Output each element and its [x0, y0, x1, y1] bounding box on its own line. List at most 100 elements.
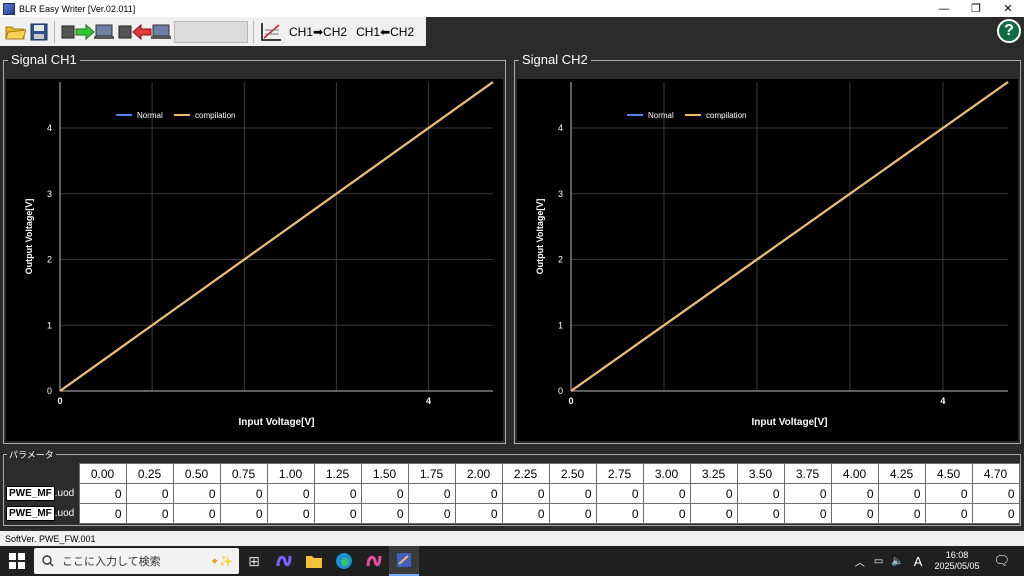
- parameter-value-cell[interactable]: 0: [783, 503, 832, 524]
- parameter-value-cell[interactable]: 0: [689, 483, 738, 504]
- minimize-button[interactable]: —: [928, 0, 960, 17]
- parameter-value-cell[interactable]: 0: [219, 503, 268, 524]
- parameter-value-cell[interactable]: 0: [407, 483, 456, 504]
- parameter-header-cell: 2.25: [501, 463, 550, 484]
- parameter-value-cell[interactable]: 0: [266, 503, 315, 524]
- parameter-value-cell[interactable]: 0: [360, 503, 409, 524]
- parameter-value-cell[interactable]: 0: [78, 503, 127, 524]
- parameter-value-cell[interactable]: 0: [454, 503, 503, 524]
- parameter-value-cell[interactable]: 0: [830, 503, 879, 524]
- write-to-device-button[interactable]: [60, 20, 114, 44]
- parameter-value-cell[interactable]: 0: [642, 483, 691, 504]
- clock[interactable]: 16:08 2025/05/05: [934, 550, 979, 572]
- read-from-device-button[interactable]: [117, 20, 171, 44]
- parameter-header-cell: 3.00: [642, 463, 691, 484]
- parameter-value-cell[interactable]: 0: [689, 503, 738, 524]
- parameter-value-cell[interactable]: 0: [877, 503, 926, 524]
- parameter-value-cell[interactable]: 0: [548, 483, 597, 504]
- parameter-value-cell[interactable]: 0: [172, 503, 221, 524]
- ch1-to-ch2-button[interactable]: CH1➡CH2: [286, 20, 350, 44]
- copilot-icon: [276, 555, 292, 567]
- parameter-header-cell: 3.75: [783, 463, 832, 484]
- parameter-value-cell[interactable]: 0: [172, 483, 221, 504]
- blr-easy-writer-app[interactable]: [389, 546, 419, 576]
- x-axis-label: Input Voltage[V]: [752, 417, 828, 428]
- parameter-value-cell[interactable]: 0: [360, 483, 409, 504]
- parameter-file-suffix: .uod: [54, 508, 75, 519]
- parameter-value-cell[interactable]: 0: [736, 483, 785, 504]
- signal-ch1-panel: Signal CH1 0 1 2 3 4 0 4 Input Voltage[V] Output…: [3, 52, 506, 444]
- open-folder-icon: [5, 26, 26, 39]
- signal-ch2-title: Signal CH2: [519, 52, 591, 67]
- toolbar: CH1➡CH2 CH1⬅CH2: [0, 17, 426, 46]
- parameter-value-cell[interactable]: 0: [971, 503, 1020, 524]
- signal-ch2-chart: 0 1 2 3 4 0 4 Input Voltage[V] Output Voltage[V]…: [535, 81, 1009, 428]
- parameter-value-cell[interactable]: 0: [125, 503, 174, 524]
- y-tick-label: 2: [558, 255, 563, 265]
- parameter-value-cell[interactable]: 0: [924, 483, 973, 504]
- tray-overflow-icon[interactable]: ︿: [855, 554, 865, 569]
- parameter-value-cell[interactable]: 0: [971, 483, 1020, 504]
- y-tick-label: 3: [47, 189, 52, 199]
- notification-icon[interactable]: 🗨: [993, 553, 1010, 569]
- signal-ch1-plot: 0 1 2 3 4 0 4 Input Voltage[V] Output Voltage[V]…: [6, 79, 503, 441]
- start-button[interactable]: [0, 546, 34, 576]
- network-icon[interactable]: ▭: [874, 556, 883, 567]
- parameter-value-cell[interactable]: 0: [877, 483, 926, 504]
- parameter-header-cell: 3.50: [736, 463, 785, 484]
- copilot-app[interactable]: [269, 546, 299, 576]
- ch2-to-ch1-button[interactable]: CH1⬅CH2: [353, 20, 417, 44]
- parameter-value-cell[interactable]: 0: [924, 503, 973, 524]
- parameter-value-cell[interactable]: 0: [125, 483, 174, 504]
- signal-ch2-panel: Signal CH2 0 1 2 3 4 0 4 Input Voltage[V] Output…: [514, 52, 1021, 444]
- y-tick-label: 1: [558, 320, 563, 330]
- help-button[interactable]: ?: [997, 19, 1021, 43]
- parameter-value-cell[interactable]: 0: [454, 483, 503, 504]
- device-status-field[interactable]: [174, 20, 248, 43]
- parameter-file-name: PWE_MF: [6, 486, 55, 501]
- parameter-value-cell[interactable]: 0: [642, 503, 691, 524]
- m365-app[interactable]: [359, 546, 389, 576]
- save-button[interactable]: [29, 20, 49, 44]
- parameter-value-cell[interactable]: 0: [830, 483, 879, 504]
- read-arrow-icon: [118, 23, 171, 40]
- parameter-header-cell: 1.25: [313, 463, 362, 484]
- parameter-value-cell[interactable]: 0: [736, 503, 785, 524]
- parameter-value-cell[interactable]: 0: [783, 483, 832, 504]
- parameter-header-cell: 1.00: [266, 463, 315, 484]
- parameter-value-cell[interactable]: 0: [266, 483, 315, 504]
- edge-app[interactable]: [329, 546, 359, 576]
- parameter-value-cell[interactable]: 0: [313, 483, 362, 504]
- parameter-value-cell[interactable]: 0: [595, 503, 644, 524]
- parameter-header-cell: 0.25: [125, 463, 174, 484]
- signal-ch1-chart: 0 1 2 3 4 0 4 Input Voltage[V] Output Voltage[V]…: [24, 81, 494, 428]
- legend-entry: compilation: [706, 111, 746, 120]
- ime-indicator[interactable]: A: [914, 554, 923, 569]
- parameter-value-cell[interactable]: 0: [313, 503, 362, 524]
- file-explorer-app[interactable]: [299, 546, 329, 576]
- status-bar: SoftVer. PWE_FW.001: [0, 531, 1024, 546]
- parameter-value-cell[interactable]: 0: [595, 483, 644, 504]
- write-arrow-icon: [61, 23, 114, 40]
- volume-icon[interactable]: 🔈: [891, 556, 903, 567]
- parameter-value-cell[interactable]: 0: [407, 503, 456, 524]
- open-folder-button[interactable]: [4, 20, 26, 44]
- parameter-header-cell: 0.75: [219, 463, 268, 484]
- parameter-value-cell[interactable]: 0: [78, 483, 127, 504]
- parameter-panel: パラメータ 0.00 0.25 0.50 0.75 1.00 1.25 1.50 1.75 2.…: [3, 448, 1021, 526]
- task-view-button[interactable]: ⊞: [239, 546, 269, 576]
- parameter-value-cell[interactable]: 0: [501, 503, 550, 524]
- restore-button[interactable]: ❐: [960, 0, 992, 17]
- save-icon: [30, 23, 48, 40]
- parameter-header-cell: 4.50: [924, 463, 973, 484]
- close-button[interactable]: ✕: [992, 0, 1024, 17]
- parameter-value-cell[interactable]: 0: [219, 483, 268, 504]
- taskbar: ここに入力して検索 ✦✨ ⊞ ︿ ▭ 🔈 A 16:08 2025/05/05 …: [0, 546, 1024, 576]
- parameter-header-cell: 2.75: [595, 463, 644, 484]
- parameter-value-cell[interactable]: 0: [548, 503, 597, 524]
- x-axis-label: Input Voltage[V]: [239, 417, 315, 428]
- signal-ch1-title: Signal CH1: [8, 52, 80, 67]
- taskbar-search[interactable]: ここに入力して検索 ✦✨: [34, 548, 239, 574]
- parameter-value-cell[interactable]: 0: [501, 483, 550, 504]
- graph-settings-button[interactable]: [259, 20, 283, 44]
